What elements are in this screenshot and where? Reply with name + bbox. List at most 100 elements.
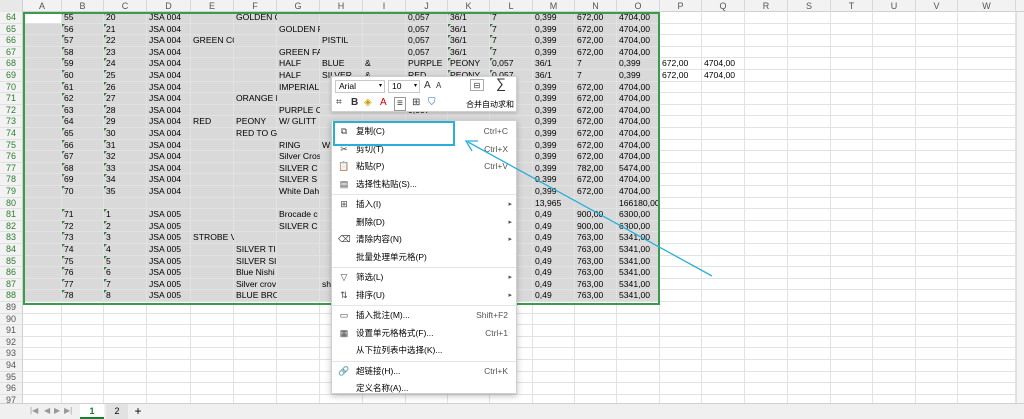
- cell-B85[interactable]: 75: [62, 255, 104, 268]
- cell-D74[interactable]: JSA 004: [147, 128, 191, 140]
- cell-O76[interactable]: 4704,00: [617, 151, 660, 163]
- cell-A94[interactable]: [23, 360, 62, 372]
- cell-N96[interactable]: [575, 383, 617, 395]
- cell-D70[interactable]: JSA 004: [147, 81, 191, 94]
- cell-N83[interactable]: 763,00: [575, 232, 617, 244]
- cell-V74[interactable]: [916, 128, 958, 140]
- row-header[interactable]: 92: [0, 336, 23, 349]
- menu-item[interactable]: 📋 粘贴(P) Ctrl+V: [332, 158, 516, 175]
- cell-B84[interactable]: 74: [62, 244, 104, 256]
- cell-S76[interactable]: [788, 151, 831, 163]
- cell-R80[interactable]: [745, 197, 788, 210]
- menu-item[interactable]: 删除(D) ▸: [332, 214, 516, 231]
- cell-E78[interactable]: [191, 174, 234, 186]
- cell-C73[interactable]: 29: [104, 116, 147, 128]
- cell-U73[interactable]: [873, 116, 916, 128]
- cell-B93[interactable]: [62, 348, 104, 360]
- cell-S93[interactable]: [788, 348, 831, 360]
- cell-T82[interactable]: [831, 220, 873, 233]
- cell-P72[interactable]: [660, 104, 702, 117]
- menu-item[interactable]: 批量处理单元格(P): [332, 249, 516, 266]
- row-header[interactable]: 75: [0, 139, 23, 152]
- cell-W91[interactable]: [958, 325, 1016, 337]
- cell-J64[interactable]: 0,057: [406, 12, 448, 24]
- cell-Q84[interactable]: [702, 244, 745, 256]
- cell-B64[interactable]: 55: [62, 12, 104, 24]
- cell-M72[interactable]: 0,399: [533, 104, 575, 117]
- cell-C91[interactable]: [104, 325, 147, 337]
- cell-O89[interactable]: [617, 302, 660, 314]
- cell-G96[interactable]: [277, 383, 320, 395]
- font-color-icon[interactable]: A: [380, 97, 387, 109]
- cell-K66[interactable]: 36/1: [448, 35, 490, 47]
- cell-P79[interactable]: [660, 186, 702, 198]
- row-header[interactable]: 90: [0, 313, 23, 326]
- cell-S96[interactable]: [788, 383, 831, 395]
- cell-U75[interactable]: [873, 139, 916, 152]
- cell-V67[interactable]: [916, 46, 958, 59]
- cell-N69[interactable]: 7: [575, 70, 617, 82]
- cell-M91[interactable]: [533, 325, 575, 337]
- autosum-icon[interactable]: ∑: [496, 76, 506, 90]
- menu-item[interactable]: ▤ 选择性粘贴(S)...: [332, 176, 516, 193]
- cell-F72[interactable]: [234, 104, 277, 117]
- cell-U69[interactable]: [873, 70, 916, 82]
- cell-D71[interactable]: JSA 004: [147, 93, 191, 105]
- cell-N68[interactable]: 7: [575, 58, 617, 70]
- cell-V94[interactable]: [916, 360, 958, 372]
- row-header[interactable]: 77: [0, 162, 23, 175]
- cell-M90[interactable]: [533, 313, 575, 326]
- cell-P91[interactable]: [660, 325, 702, 337]
- cell-W76[interactable]: [958, 151, 1016, 163]
- cell-P65[interactable]: [660, 23, 702, 36]
- cell-N93[interactable]: [575, 348, 617, 360]
- cell-V73[interactable]: [916, 116, 958, 128]
- cell-E69[interactable]: [191, 70, 234, 82]
- cell-P74[interactable]: [660, 128, 702, 140]
- cell-Q91[interactable]: [702, 325, 745, 337]
- cell-E96[interactable]: [191, 383, 234, 395]
- cell-V81[interactable]: [916, 209, 958, 221]
- cell-T69[interactable]: [831, 70, 873, 82]
- cell-R83[interactable]: [745, 232, 788, 244]
- cell-E70[interactable]: [191, 81, 234, 94]
- cell-Q78[interactable]: [702, 174, 745, 186]
- cell-M85[interactable]: 0,49: [533, 255, 575, 268]
- cell-C66[interactable]: 22: [104, 35, 147, 47]
- cell-B69[interactable]: 60: [62, 70, 104, 82]
- cell-N74[interactable]: 672,00: [575, 128, 617, 140]
- cell-G69[interactable]: HALF: [277, 70, 320, 82]
- font-name-select[interactable]: Arial ▾: [335, 80, 385, 93]
- cell-C94[interactable]: [104, 360, 147, 372]
- cell-B81[interactable]: 71: [62, 209, 104, 221]
- cell-M78[interactable]: 0,399: [533, 174, 575, 186]
- cell-P77[interactable]: [660, 162, 702, 175]
- cell-P70[interactable]: [660, 81, 702, 94]
- cell-A84[interactable]: [23, 244, 62, 256]
- cell-M77[interactable]: 0,399: [533, 162, 575, 175]
- cell-J65[interactable]: 0,057: [406, 23, 448, 36]
- cell-R67[interactable]: [745, 46, 788, 59]
- cell-V65[interactable]: [916, 23, 958, 36]
- cell-D94[interactable]: [147, 360, 191, 372]
- cell-O92[interactable]: [617, 336, 660, 349]
- cell-M82[interactable]: 0,49: [533, 220, 575, 233]
- cell-T90[interactable]: [831, 313, 873, 326]
- cell-P80[interactable]: [660, 197, 702, 210]
- row-header[interactable]: 82: [0, 220, 23, 233]
- menu-item[interactable]: ⌫ 清除内容(N) ▸: [332, 231, 516, 248]
- cell-Q85[interactable]: [702, 255, 745, 268]
- cell-T83[interactable]: [831, 232, 873, 244]
- cell-B92[interactable]: [62, 336, 104, 349]
- cell-E67[interactable]: [191, 46, 234, 59]
- cell-F82[interactable]: [234, 220, 277, 233]
- cell-C95[interactable]: [104, 371, 147, 384]
- cell-F74[interactable]: RED TO G: [234, 128, 277, 140]
- cell-W72[interactable]: [958, 104, 1016, 117]
- cell-A75[interactable]: [23, 139, 62, 152]
- cell-M88[interactable]: 0,49: [533, 290, 575, 302]
- cell-A96[interactable]: [23, 383, 62, 395]
- cell-R87[interactable]: [745, 278, 788, 291]
- last-sheet-icon[interactable]: ▶|: [64, 406, 72, 415]
- cell-M71[interactable]: 0,399: [533, 93, 575, 105]
